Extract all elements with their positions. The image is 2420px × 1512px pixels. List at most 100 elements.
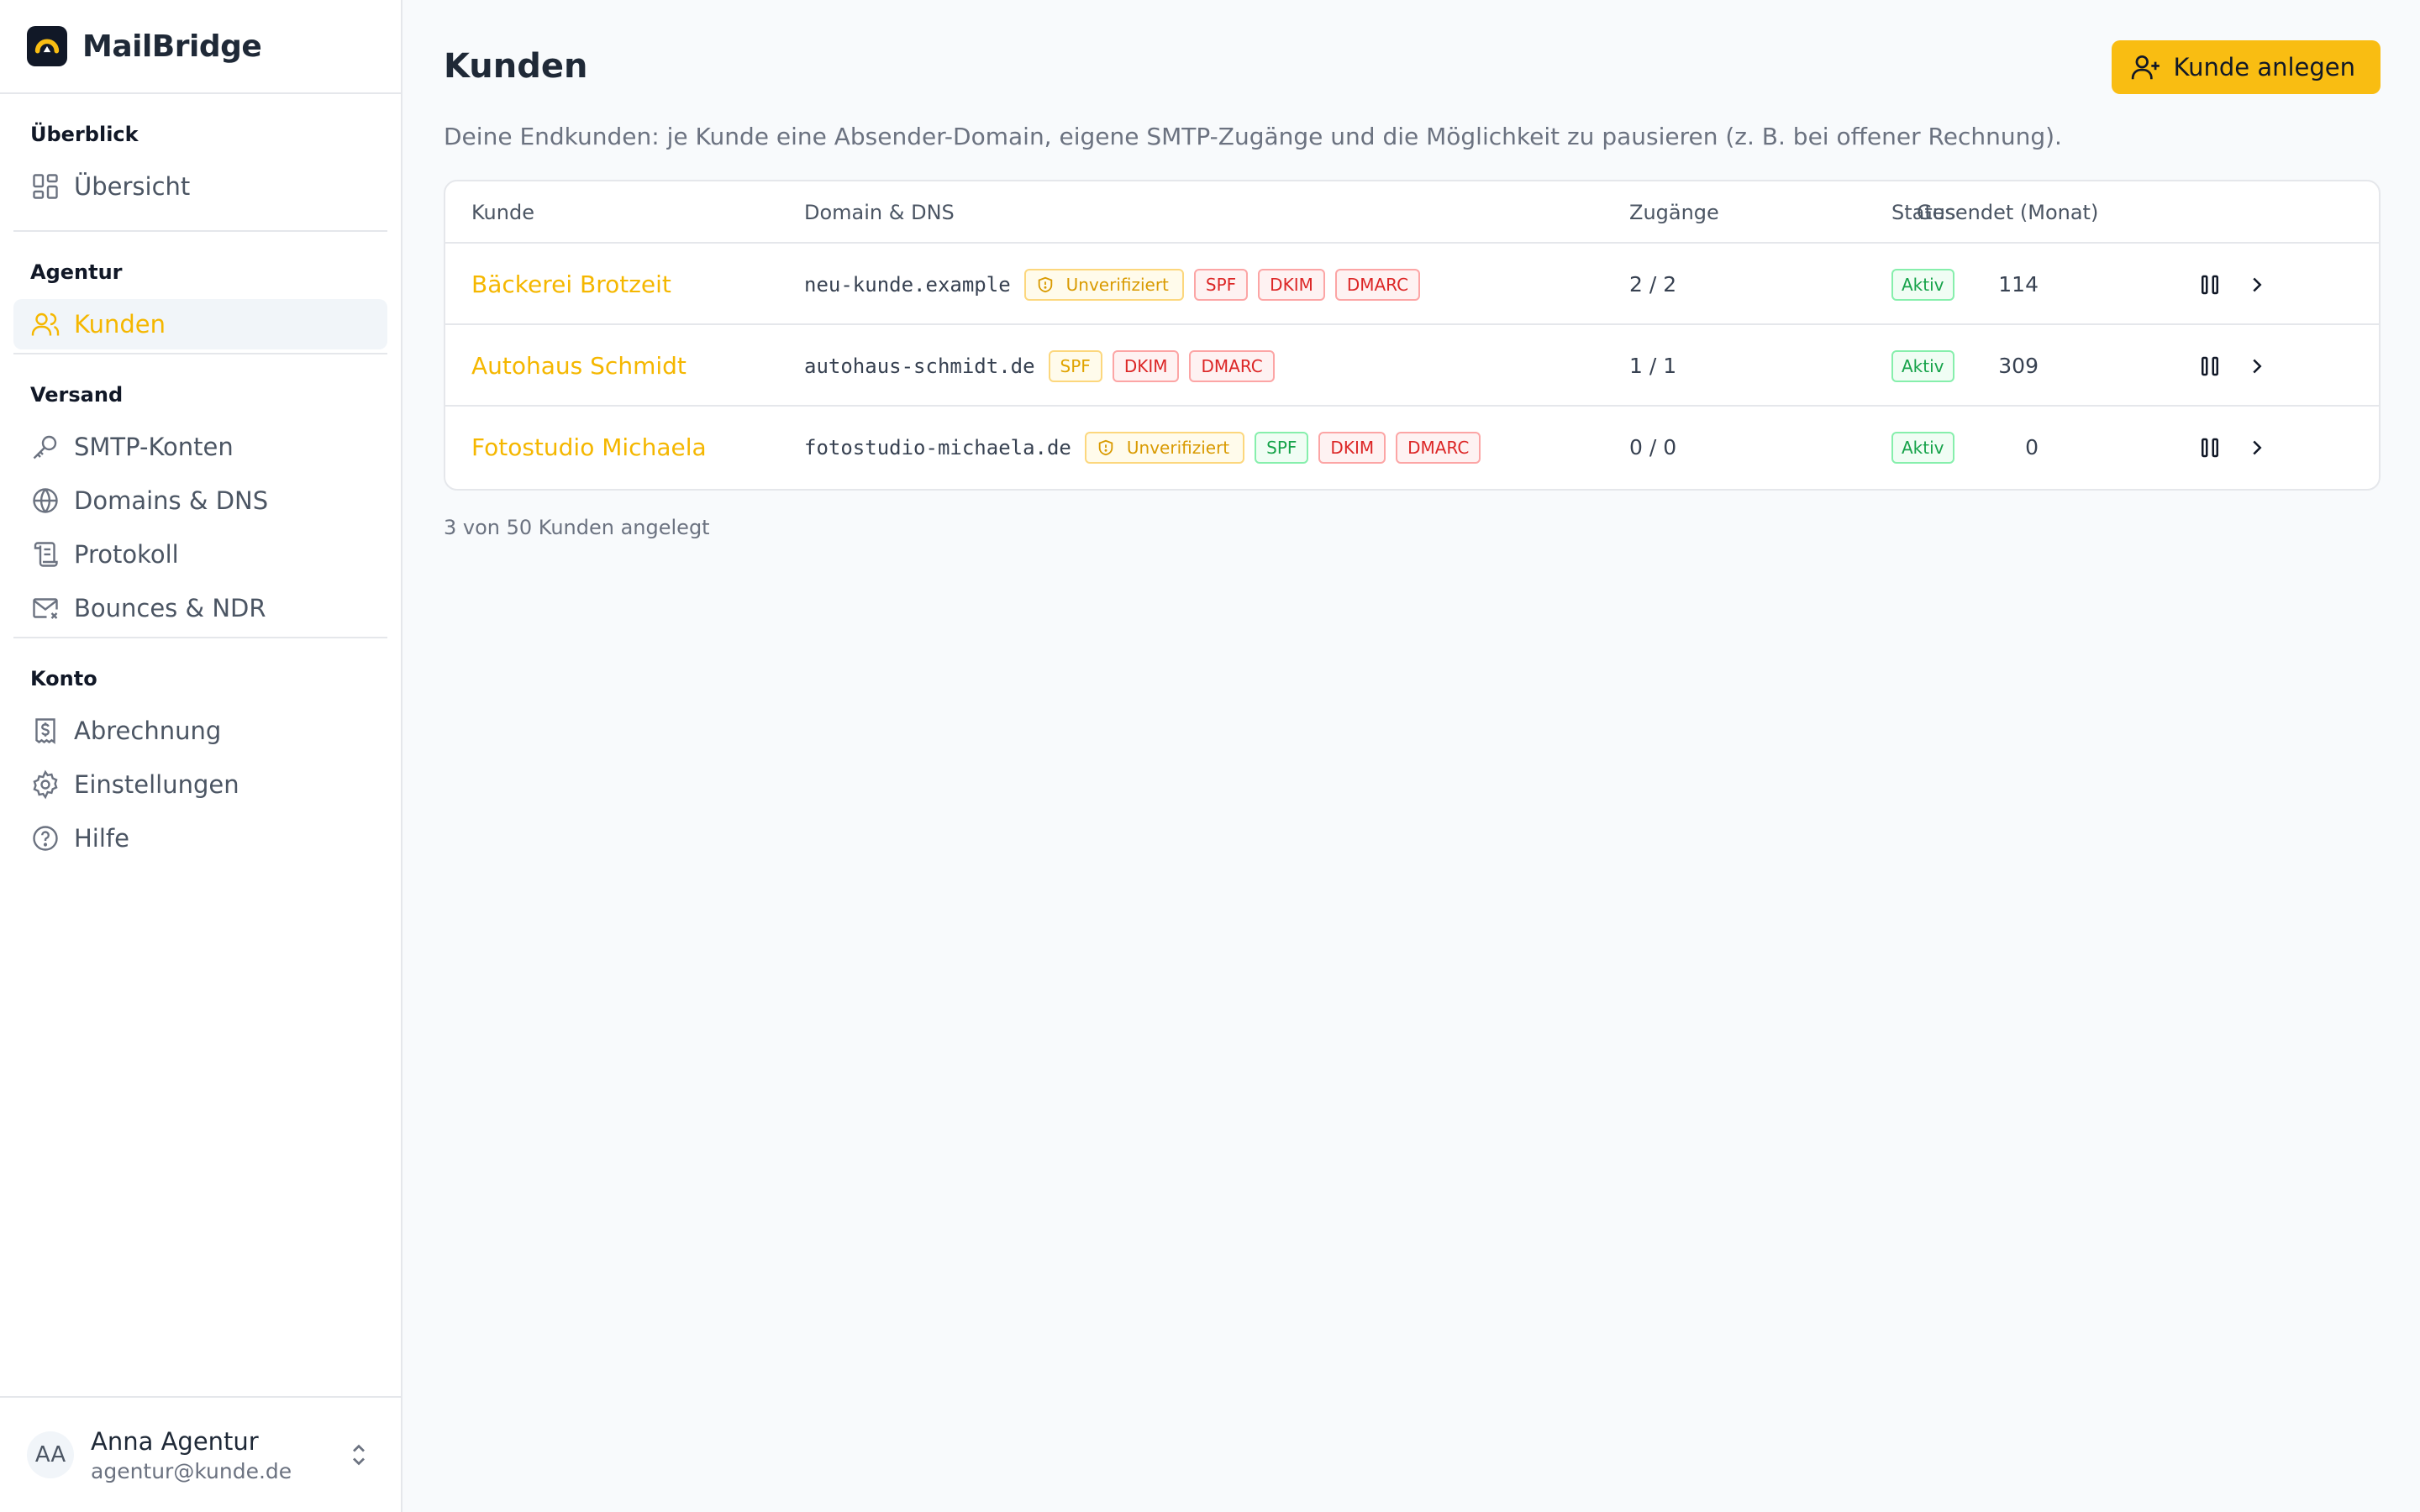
sidebar-item-label: SMTP-Konten bbox=[74, 433, 234, 461]
open-customer-button[interactable] bbox=[2242, 433, 2272, 463]
domain-cell: autohaus-schmidt.de SPF DKIM DMARC bbox=[804, 325, 1285, 407]
column-header-customer: Kunde bbox=[471, 201, 534, 224]
access-count: 1 / 1 bbox=[1629, 354, 1677, 378]
nav-section-account: Konto Abrechnung Einstellungen Hilfe bbox=[13, 637, 387, 864]
user-menu[interactable]: AA Anna Agentur agentur@kunde.de bbox=[0, 1396, 401, 1512]
table-row[interactable]: Bäckerei Brotzeit neu-kunde.example Unve… bbox=[445, 244, 2379, 325]
pause-button[interactable] bbox=[2195, 270, 2225, 300]
row-actions bbox=[2195, 407, 2272, 488]
dkim-badge: DKIM bbox=[1112, 349, 1180, 382]
customer-name-link[interactable]: Bäckerei Brotzeit bbox=[471, 244, 671, 325]
sidebar-item-settings[interactable]: Einstellungen bbox=[13, 759, 387, 810]
brand-name: MailBridge bbox=[82, 29, 262, 64]
add-customer-button[interactable]: Kunde anlegen bbox=[2111, 40, 2381, 94]
user-plus-icon bbox=[2131, 55, 2160, 80]
receipt-icon bbox=[30, 716, 60, 746]
help-icon bbox=[30, 823, 60, 853]
nav-section-agency: Agentur Kunden bbox=[13, 230, 387, 349]
dkim-badge: DKIM bbox=[1258, 268, 1325, 301]
sidebar-item-label: Bounces & NDR bbox=[74, 594, 266, 622]
shield-icon bbox=[1098, 439, 1113, 455]
spf-badge: SPF bbox=[1048, 349, 1102, 382]
pause-icon bbox=[2202, 438, 2218, 457]
sidebar-item-smtp-accounts[interactable]: SMTP-Konten bbox=[13, 422, 387, 472]
customer-count-note: 3 von 50 Kunden angelegt bbox=[444, 516, 710, 539]
sidebar-item-label: Kunden bbox=[74, 310, 166, 339]
table-row[interactable]: Fotostudio Michaela fotostudio-michaela.… bbox=[445, 407, 2379, 488]
chevron-right-icon bbox=[2253, 359, 2262, 373]
dashboard-icon bbox=[30, 171, 60, 202]
pause-icon bbox=[2202, 275, 2218, 294]
sidebar: MailBridge Überblick Übersicht Agentur K… bbox=[0, 0, 402, 1512]
section-label-agency: Agentur bbox=[30, 260, 123, 284]
sidebar-item-overview[interactable]: Übersicht bbox=[13, 161, 387, 212]
open-customer-button[interactable] bbox=[2242, 351, 2272, 381]
sent-count: 0 bbox=[2025, 435, 2039, 459]
spf-badge: SPF bbox=[1193, 268, 1249, 301]
unverified-badge: Unverifiziert bbox=[1023, 268, 1184, 301]
status-cell: Aktiv bbox=[1891, 325, 1954, 407]
pause-button[interactable] bbox=[2195, 351, 2225, 381]
sidebar-item-protocol[interactable]: Protokoll bbox=[13, 529, 387, 580]
add-customer-label: Kunde anlegen bbox=[2173, 53, 2355, 81]
gear-icon bbox=[30, 769, 60, 800]
sidebar-item-label: Domains & DNS bbox=[74, 486, 269, 515]
access-count: 0 / 0 bbox=[1629, 435, 1677, 459]
sidebar-item-label: Abrechnung bbox=[74, 717, 222, 745]
nav-section-sending: Versand SMTP-Konten Domains & DNS Protok… bbox=[13, 353, 387, 633]
sent-count: 309 bbox=[1998, 354, 2039, 378]
status-cell: Aktiv bbox=[1891, 244, 1954, 325]
dmarc-badge: DMARC bbox=[1334, 268, 1421, 301]
mail-x-icon bbox=[30, 593, 60, 623]
sidebar-item-domains-dns[interactable]: Domains & DNS bbox=[13, 475, 387, 526]
dkim-badge: DKIM bbox=[1318, 431, 1386, 464]
customer-name-link[interactable]: Fotostudio Michaela bbox=[471, 407, 707, 488]
sidebar-item-label: Hilfe bbox=[74, 824, 129, 853]
row-actions bbox=[2195, 325, 2272, 407]
section-label-overview: Überblick bbox=[30, 123, 139, 146]
chevron-up-down-icon[interactable] bbox=[344, 1440, 374, 1470]
brand[interactable]: MailBridge bbox=[0, 0, 401, 94]
domain-cell: fotostudio-michaela.de Unverifiziert SPF… bbox=[804, 407, 1491, 488]
sidebar-item-label: Übersicht bbox=[74, 172, 191, 201]
users-icon bbox=[30, 309, 60, 339]
unverified-label: Unverifiziert bbox=[1065, 274, 1169, 295]
chevron-right-icon bbox=[2253, 277, 2262, 291]
sidebar-item-help[interactable]: Hilfe bbox=[13, 813, 387, 864]
section-label-account: Konto bbox=[30, 667, 97, 690]
sidebar-item-billing[interactable]: Abrechnung bbox=[13, 706, 387, 756]
page-title: Kunden bbox=[444, 47, 588, 86]
status-badge: Aktiv bbox=[1891, 431, 1954, 464]
row-actions bbox=[2195, 244, 2272, 325]
avatar: AA bbox=[27, 1431, 74, 1478]
customers-table: Kunde Domain & DNS Zugänge Gesendet (Mon… bbox=[444, 180, 2381, 491]
shield-icon bbox=[1038, 276, 1052, 292]
user-info: Anna Agentur agentur@kunde.de bbox=[91, 1427, 292, 1483]
status-badge: Aktiv bbox=[1891, 268, 1954, 301]
open-customer-button[interactable] bbox=[2242, 270, 2272, 300]
main-content: Kunden Kunde anlegen Deine Endkunden: je… bbox=[404, 0, 2420, 1512]
table-header: Kunde Domain & DNS Zugänge Gesendet (Mon… bbox=[445, 181, 2379, 244]
sidebar-item-label: Protokoll bbox=[74, 540, 179, 569]
table-row[interactable]: Autohaus Schmidt autohaus-schmidt.de SPF… bbox=[445, 325, 2379, 407]
status-badge: Aktiv bbox=[1891, 349, 1954, 382]
domain-name: neu-kunde.example bbox=[804, 272, 1011, 297]
chevron-right-icon bbox=[2253, 440, 2262, 454]
nav-section-overview: Überblick Übersicht bbox=[0, 94, 401, 230]
scroll-icon bbox=[30, 539, 60, 570]
section-label-sending: Versand bbox=[30, 383, 124, 407]
status-cell: Aktiv bbox=[1891, 407, 1954, 488]
globe-icon bbox=[30, 486, 60, 516]
customer-name-link[interactable]: Autohaus Schmidt bbox=[471, 325, 687, 407]
unverified-badge: Unverifiziert bbox=[1084, 431, 1245, 464]
dmarc-badge: DMARC bbox=[1396, 431, 1481, 464]
user-name: Anna Agentur bbox=[91, 1426, 259, 1456]
user-email: agentur@kunde.de bbox=[91, 1458, 292, 1483]
domain-name: fotostudio-michaela.de bbox=[804, 435, 1071, 459]
pause-button[interactable] bbox=[2195, 433, 2225, 463]
unverified-label: Unverifiziert bbox=[1126, 437, 1230, 458]
sidebar-item-bounces[interactable]: Bounces & NDR bbox=[13, 583, 387, 633]
sidebar-item-customers[interactable]: Kunden bbox=[13, 299, 387, 349]
column-header-domain: Domain & DNS bbox=[804, 201, 955, 224]
spf-badge: SPF bbox=[1255, 431, 1309, 464]
